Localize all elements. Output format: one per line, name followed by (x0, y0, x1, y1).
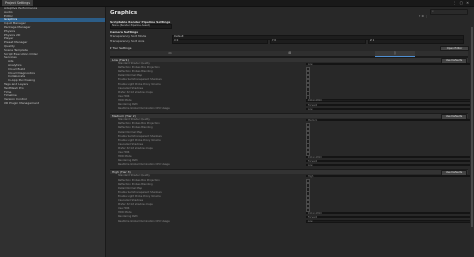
window-menu-icon[interactable]: ⋮ ▢ ✕ (453, 0, 470, 6)
srp-asset-field[interactable]: None (Render Pipeline Asset) (110, 24, 172, 29)
title-bar: Project Settings ⋮ ▢ ✕ (0, 0, 474, 7)
setting-dropdown[interactable]: R11G11B10 (306, 99, 471, 102)
sort-axis-x-field[interactable]: X 0 (172, 39, 268, 44)
setting-dropdown[interactable]: Medium (306, 118, 471, 121)
tier-setting-row: Realtime Global Illumination CPU Usage Lo… (110, 107, 471, 111)
setting-label: Realtime Global Illumination CPU Usage (118, 163, 170, 167)
sort-axis-z: Z 1 (370, 39, 375, 42)
setting-dropdown[interactable]: High (306, 174, 471, 178)
setting-label: Realtime Global Illumination CPU Usage (118, 219, 170, 223)
transparency-sort-mode-value: Default (174, 34, 184, 38)
setting-dropdown[interactable]: Forward (306, 159, 471, 162)
setting-dropdown[interactable]: Forward (306, 215, 471, 219)
tier-setting-row: Realtime Global Illumination CPU Usage Lo… (110, 219, 471, 224)
tab-standalone[interactable]: ▭ (150, 51, 190, 56)
search-icon: ⌕ (432, 9, 434, 13)
transparency-sort-axis-label: Transparency Sort Axis (110, 38, 145, 43)
page-title: Graphics (110, 10, 138, 16)
sidebar-item[interactable]: XR Plugin Management (0, 102, 105, 106)
setting-dropdown[interactable]: Low (306, 62, 471, 65)
sort-axis-z-field[interactable]: Z 1 (368, 39, 464, 44)
search-input[interactable]: ⌕ (430, 9, 468, 15)
main-panel: ⌕ Graphics ? ⚙ ⋮ Scriptable Render Pipel… (107, 7, 474, 257)
project-settings-window: Project Settings ⋮ ▢ ✕ Adaptive Performa… (0, 0, 474, 257)
sort-axis-y-field[interactable]: Y 0 (270, 39, 366, 44)
tab-webgl[interactable]: ⊞ (270, 51, 310, 56)
setting-dropdown[interactable]: R11G11B10 (306, 155, 471, 158)
window-tab[interactable]: Project Settings (2, 0, 33, 6)
setting-label: Realtime Global Illumination CPU Usage (118, 107, 170, 111)
tier-settings-label: Tier Settings (112, 46, 132, 50)
setting-dropdown[interactable]: Low (306, 163, 471, 166)
srp-asset-value: None (Render Pipeline Asset) (112, 24, 150, 27)
setting-dropdown[interactable]: R11G11B10 (306, 211, 471, 214)
setting-dropdown[interactable]: Low (306, 220, 471, 223)
setting-dropdown[interactable]: Low (306, 107, 471, 110)
help-icons[interactable]: ? ⚙ ⋮ (419, 14, 428, 18)
sort-axis-x: X 0 (174, 39, 179, 42)
transparency-sort-mode-label: Transparency Sort Mode (110, 34, 147, 38)
scrollbar-thumb[interactable] (471, 27, 473, 227)
sidebar: Adaptive Performance Audio Editor Graphics I… (0, 7, 106, 257)
tier-setting-row: Realtime Global Illumination CPU Usage Lo… (110, 163, 471, 167)
sort-axis-y: Y 0 (272, 39, 277, 42)
scrollbar[interactable] (470, 7, 474, 257)
tier-settings-foldout[interactable]: ▾ Tier Settings (110, 46, 131, 50)
setting-dropdown[interactable]: Forward (306, 103, 471, 106)
